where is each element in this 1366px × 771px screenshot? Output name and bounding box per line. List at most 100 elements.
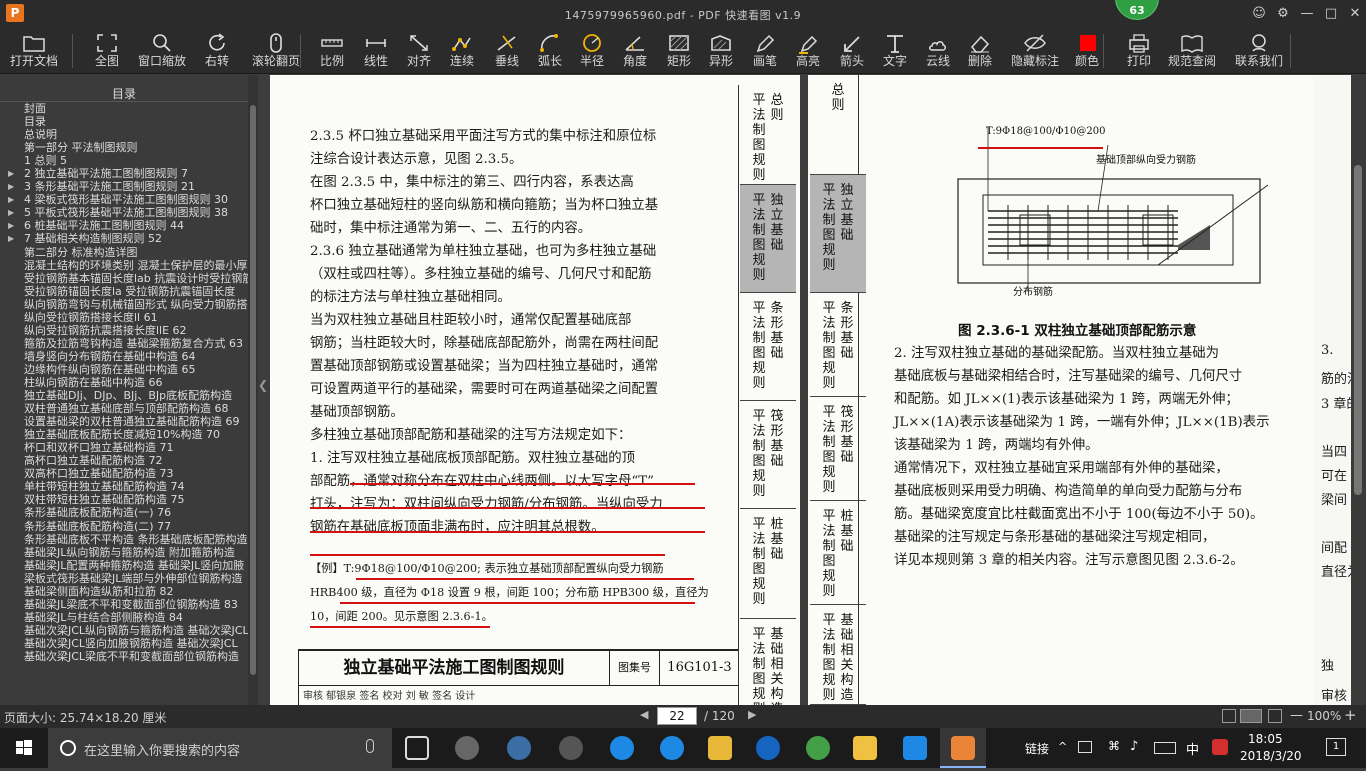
toc-item[interactable]: 基础次梁JCL梁底不平和变截面部位钢筋构造 — [0, 650, 248, 663]
sogou-ime-icon[interactable] — [1212, 739, 1228, 755]
toc-item[interactable]: 基础梁JL梁底不平和变截面部位钢筋构造 83 — [0, 598, 248, 611]
app-plus-icon[interactable] — [903, 736, 927, 760]
edge-browser-icon[interactable] — [610, 736, 634, 760]
toc-item[interactable]: 1 总则 5 — [0, 154, 248, 167]
battery-icon[interactable] — [1078, 741, 1092, 753]
tool-zoom-button[interactable]: 窗口缩放 — [133, 28, 191, 74]
page-number-input[interactable]: 22 — [657, 707, 697, 725]
two-page-view-icon[interactable] — [1240, 709, 1262, 723]
expand-arrow-icon[interactable]: ▶ — [8, 180, 14, 193]
chapter-tab[interactable]: 总则 — [810, 75, 866, 175]
tool-eraser-button[interactable]: 删除 — [959, 28, 1001, 74]
red-underline[interactable] — [310, 507, 705, 509]
tool-rotate-right-button[interactable]: 右转 — [196, 28, 238, 74]
toc-item[interactable]: 独立基础DJj、DJp、BJj、BJp底板配筋构造 — [0, 389, 248, 402]
toc-item[interactable]: 杯口和双杯口独立基础构造 71 — [0, 441, 248, 454]
chapter-tab[interactable]: 平法制图规则独立基础 — [740, 185, 796, 293]
expand-arrow-icon[interactable]: ▶ — [8, 232, 14, 245]
toc-item[interactable]: 柱纵向钢筋在基础中构造 66 — [0, 376, 248, 389]
tool-contact-button[interactable]: 联系我们 — [1225, 28, 1293, 74]
single-page-view-icon[interactable] — [1222, 709, 1236, 723]
app-g-icon[interactable] — [756, 736, 780, 760]
tool-book-button[interactable]: 规范查阅 — [1160, 28, 1224, 74]
sidebar-scrollbar-thumb[interactable] — [250, 105, 256, 675]
continuous-view-icon[interactable] — [1268, 709, 1282, 723]
toc-item[interactable]: 梁板式筏形基础梁JL端部与外伸部位钢筋构造 — [0, 572, 248, 585]
toc-item[interactable]: ▶ 7 基础相关构造制图规则 52 — [0, 232, 248, 245]
red-underline[interactable] — [340, 602, 695, 604]
red-underline[interactable] — [356, 578, 694, 580]
toc-item[interactable]: 目录 — [0, 115, 248, 128]
expand-arrow-icon[interactable]: ▶ — [8, 167, 14, 180]
chapter-tab[interactable]: 平法制图规则总则 — [740, 85, 796, 185]
tool-rectangle-button[interactable]: 矩形 — [658, 28, 700, 74]
toc-item[interactable]: 第一部分 平法制图规则 — [0, 141, 248, 154]
toc-item[interactable]: 封面 — [0, 102, 248, 115]
notes-app-icon[interactable] — [853, 736, 877, 760]
user-icon[interactable]: ☺ — [1248, 4, 1270, 24]
toc-item[interactable]: 独立基础底板配筋长度减短10%构造 70 — [0, 428, 248, 441]
toc-item[interactable]: 箍筋及拉筋弯钩构造 基础梁箍筋复合方式 63 — [0, 337, 248, 350]
toc-item[interactable]: 双高杯口独立基础配筋构造 73 — [0, 467, 248, 480]
toc-item[interactable]: ▶ 4 梁板式筏形基础平法施工图制图规则 30 — [0, 193, 248, 206]
chapter-tab[interactable]: 平法制图规则桩基础 — [740, 509, 796, 619]
app-fan-icon[interactable] — [455, 736, 479, 760]
tool-angle-button[interactable]: 角度 — [614, 28, 656, 74]
toc-item[interactable]: 双柱普通独立基础底部与顶部配筋构造 68 — [0, 402, 248, 415]
toc-item[interactable]: ▶ 3 条形基础平法施工图制图规则 21 — [0, 180, 248, 193]
toc-item[interactable]: 设置基础梁的双柱普通独立基础配筋构造 69 — [0, 415, 248, 428]
chapter-tab[interactable]: 平法制图规则条形基础 — [810, 293, 866, 397]
collapse-sidebar-button[interactable]: ❮ — [258, 365, 268, 405]
tool-arrow-button[interactable]: 箭头 — [831, 28, 873, 74]
toc-item[interactable]: ▶ 5 平板式筏形基础平法施工图制图规则 38 — [0, 206, 248, 219]
chapter-tab[interactable]: 平法制图规则基础相关构造 — [740, 619, 796, 705]
tray-chevron-icon[interactable]: ^ — [1058, 740, 1067, 753]
wifi-icon[interactable]: ⌘ — [1108, 739, 1120, 753]
red-underline[interactable] — [310, 554, 665, 556]
tool-mouse-button[interactable]: 滚轮翻页 — [244, 28, 308, 74]
tool-align-button[interactable]: 对齐 — [398, 28, 440, 74]
volume-icon[interactable]: ♪ — [1130, 739, 1138, 754]
toc-item[interactable]: 受拉钢筋基本锚固长度lab 抗震设计时受拉钢筋 — [0, 272, 248, 285]
microphone-icon[interactable] — [366, 739, 374, 753]
toc-item[interactable]: 基础次梁JCL纵向钢筋与箍筋构造 基础次梁JCL — [0, 624, 248, 637]
zoom-level[interactable]: 100% — [1307, 709, 1341, 723]
tool-folder-button[interactable]: 打开文档 — [2, 28, 66, 74]
tool-eye-hidden-button[interactable]: 隐藏标注 — [1004, 28, 1066, 74]
tool-pen-button[interactable]: 画笔 — [744, 28, 786, 74]
red-underline[interactable] — [350, 483, 695, 485]
file-explorer-icon[interactable] — [708, 736, 732, 760]
ie-browser-icon[interactable] — [507, 736, 531, 760]
keyboard-icon[interactable] — [1154, 742, 1176, 754]
toc-item[interactable]: 基础次梁JCL竖向加腋钢筋构造 基础次梁JCL — [0, 637, 248, 650]
red-underline[interactable] — [310, 531, 705, 533]
toc-item[interactable]: 纵向受拉钢筋搭接长度ll 61 — [0, 311, 248, 324]
chapter-tab[interactable]: 平法制图规则桩基础 — [810, 501, 866, 605]
tool-cloud-button[interactable]: 云线 — [917, 28, 959, 74]
tool-linear-button[interactable]: 线性 — [355, 28, 397, 74]
zoom-out-icon[interactable]: — — [1290, 708, 1303, 723]
tool-scale-button[interactable]: 比例 — [310, 28, 354, 74]
toc-item[interactable]: 单柱带短柱独立基础配筋构造 74 — [0, 480, 248, 493]
tool-highlight-button[interactable]: 高亮 — [787, 28, 829, 74]
toc-item[interactable]: ▶ 6 桩基础平法施工图制图规则 44 — [0, 219, 248, 232]
next-page-icon[interactable]: ▶ — [748, 708, 756, 721]
tool-irregular-button[interactable]: 异形 — [700, 28, 742, 74]
toc-item[interactable]: 条形基础底板不平构造 条形基础底板配筋构造 — [0, 533, 248, 546]
tool-radius-button[interactable]: 半径 — [571, 28, 613, 74]
toc-item[interactable]: 受拉钢筋锚固长度la 受拉钢筋抗震锚固长度 — [0, 285, 248, 298]
toc-item[interactable]: 总说明 — [0, 128, 248, 141]
toc-item[interactable]: 基础梁侧面构造纵筋和拉筋 82 — [0, 585, 248, 598]
start-button[interactable] — [0, 728, 48, 768]
task-view-icon[interactable] — [405, 736, 429, 760]
toc-item[interactable]: ▶ 2 独立基础平法施工图制图规则 7 — [0, 167, 248, 180]
toc-item[interactable]: 纵向受拉钢筋抗震搭接长度llE 62 — [0, 324, 248, 337]
close-icon[interactable]: ✕ — [1344, 4, 1366, 24]
toc-item[interactable]: 基础梁JL配置两种箍筋构造 基础梁JL竖向加腋 — [0, 559, 248, 572]
toc-item[interactable]: 条形基础底板配筋构造(一) 76 — [0, 506, 248, 519]
toc-item[interactable]: 高杯口独立基础配筋构造 72 — [0, 454, 248, 467]
tray-link-label[interactable]: 链接 — [1025, 740, 1049, 757]
document-scrollbar-thumb[interactable] — [1354, 165, 1362, 495]
chapter-tab[interactable]: 平法制图规则独立基础 — [810, 175, 866, 293]
maximize-icon[interactable]: □ — [1320, 4, 1342, 24]
